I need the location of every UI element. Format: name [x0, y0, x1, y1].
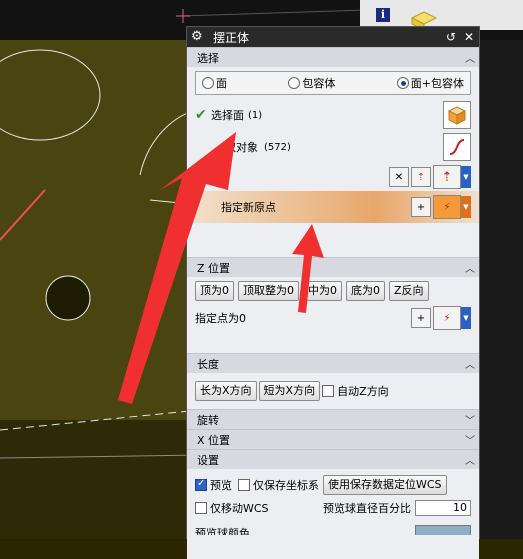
settings-row-3: 预览球颜色: [195, 519, 471, 535]
preview-label: 预览: [210, 479, 232, 492]
radio-face-label: 面: [216, 77, 227, 90]
vector-icon[interactable]: ⇡: [433, 165, 461, 189]
z-point-label: 指定点为0: [195, 312, 246, 325]
z-point-dialog-icon[interactable]: +: [411, 308, 431, 328]
ball-pct-label: 预览球直径百分比: [323, 502, 411, 515]
auto-z-label: 自动Z方向: [337, 385, 389, 398]
select-object-row[interactable]: 取对象 (572): [195, 131, 471, 163]
ball-color-label: 预览球颜色: [195, 527, 250, 535]
section-settings-body: 预览 仅保存坐标系 使用保存数据定位WCS 仅移动WCS 预览球直径百分比 10…: [187, 469, 479, 559]
curve-icon[interactable]: [443, 133, 471, 161]
radio-bounding-box[interactable]: 包容体: [288, 75, 335, 91]
section-x-title: X 位置: [197, 433, 231, 447]
section-z-title: Z 位置: [197, 261, 231, 275]
section-z-header[interactable]: Z 位置 ︿: [187, 257, 479, 277]
select-face-label: 选择面: [211, 109, 244, 122]
scale-icon[interactable]: ✕: [389, 167, 409, 187]
chevron-up-icon[interactable]: ︿: [461, 452, 479, 467]
orient-body-dialog: ⚙ 摆正体 ↺ ✕ 选择 ︿ 面 包容体 面+包容体 ✔ 选择面 (1) 取对象…: [186, 26, 480, 559]
chevron-up-icon[interactable]: ︿: [461, 50, 479, 65]
save-coords-label: 仅保存坐标系: [253, 479, 319, 492]
section-z-body: 顶为0 顶取整为0 中为0 底为0 Z反向 指定点为0 + ⚡ ▼: [187, 277, 479, 353]
z-button-row: 顶为0 顶取整为0 中为0 底为0 Z反向: [195, 281, 471, 301]
ball-color-swatch[interactable]: [415, 525, 471, 535]
select-object-label: 取对象: [225, 141, 258, 154]
z-reverse-button[interactable]: Z反向: [389, 281, 429, 301]
radio-face-dot[interactable]: [202, 77, 214, 89]
radio-bounding-box-label: 包容体: [302, 77, 336, 90]
chevron-up-icon[interactable]: ︿: [461, 260, 479, 275]
z-point-icon[interactable]: ⚡: [433, 306, 461, 330]
selection-mode-radios: 面 包容体 面+包容体: [195, 71, 471, 95]
radio-face-plus-box-label: 面+包容体: [410, 77, 464, 90]
radio-face-plus-box-dot[interactable]: [396, 77, 409, 89]
section-select-header[interactable]: 选择 ︿: [187, 47, 479, 67]
section-select-title: 选择: [197, 51, 219, 65]
short-as-x-button[interactable]: 短为X方向: [258, 381, 321, 401]
use-saved-wcs-button[interactable]: 使用保存数据定位WCS: [323, 475, 447, 495]
new-origin-row[interactable]: 指定新原点 + ⚡ ▼: [187, 191, 479, 223]
settings-icon[interactable]: ⚙: [191, 30, 205, 44]
z-point-dropdown-icon[interactable]: ▼: [461, 307, 471, 329]
axis-icon[interactable]: ⇡: [411, 167, 431, 187]
section-length-header[interactable]: 长度 ︿: [187, 353, 479, 373]
point-dialog-icon[interactable]: +: [411, 197, 431, 217]
point-dropdown-icon[interactable]: ▼: [461, 196, 471, 218]
move-wcs-label: 仅移动WCS: [210, 502, 269, 515]
z-middle-zero-button[interactable]: 中为0: [303, 281, 342, 301]
settings-row-2: 仅移动WCS 预览球直径百分比 10: [195, 497, 471, 519]
auto-z-checkbox[interactable]: [322, 385, 335, 397]
checkmark-icon: ✔: [195, 107, 207, 123]
section-rotate-title: 旋转: [197, 413, 219, 427]
chevron-down-icon[interactable]: ﹀: [461, 432, 479, 447]
select-face-count: (1): [248, 109, 263, 121]
ball-pct-input[interactable]: 10: [415, 500, 471, 516]
radio-face-plus-box[interactable]: 面+包容体: [396, 75, 464, 91]
preview-checkbox[interactable]: [195, 478, 207, 491]
settings-row-1: 预览 仅保存坐标系 使用保存数据定位WCS: [195, 473, 471, 497]
dialog-titlebar: ⚙ 摆正体 ↺ ✕: [187, 27, 479, 47]
vector-dropdown-icon[interactable]: ▼: [461, 166, 471, 188]
z-point-row[interactable]: 指定点为0 + ⚡ ▼: [195, 301, 471, 335]
dialog-title: 摆正体: [213, 30, 250, 45]
cube-icon[interactable]: [443, 101, 471, 129]
z-top-zero-button[interactable]: 顶为0: [195, 281, 234, 301]
z-top-round-button[interactable]: 顶取整为0: [238, 281, 299, 301]
section-select-body: 面 包容体 面+包容体 ✔ 选择面 (1) 取对象 (572) ✕ ⇡ ⇡ ▼: [187, 67, 479, 257]
radio-face[interactable]: 面: [202, 75, 227, 91]
section-length-body: 长为X方向 短为X方向 自动Z方向: [187, 373, 479, 409]
chevron-up-icon[interactable]: ︿: [461, 356, 479, 371]
long-as-x-button[interactable]: 长为X方向: [195, 381, 257, 401]
select-object-count: (572): [264, 141, 291, 153]
reset-icon[interactable]: ↺: [443, 29, 459, 45]
move-wcs-checkbox[interactable]: [195, 502, 207, 514]
section-settings-header[interactable]: 设置 ︿: [187, 449, 479, 469]
vector-tools-row: ✕ ⇡ ⇡ ▼: [195, 163, 471, 191]
select-face-row[interactable]: ✔ 选择面 (1): [195, 99, 471, 131]
save-coords-checkbox[interactable]: [238, 479, 250, 491]
close-icon[interactable]: ✕: [461, 29, 477, 45]
new-origin-label: 指定新原点: [221, 201, 276, 214]
info-icon[interactable]: i: [376, 8, 390, 22]
chevron-down-icon[interactable]: ﹀: [461, 412, 479, 427]
point-icon[interactable]: ⚡: [433, 195, 461, 219]
radio-bounding-box-dot[interactable]: [288, 77, 301, 89]
section-length-title: 长度: [197, 357, 219, 371]
section-rotate-header[interactable]: 旋转 ﹀: [187, 409, 479, 429]
section-x-header[interactable]: X 位置 ﹀: [187, 429, 479, 449]
z-bottom-zero-button[interactable]: 底为0: [346, 281, 385, 301]
section-settings-title: 设置: [197, 453, 219, 467]
